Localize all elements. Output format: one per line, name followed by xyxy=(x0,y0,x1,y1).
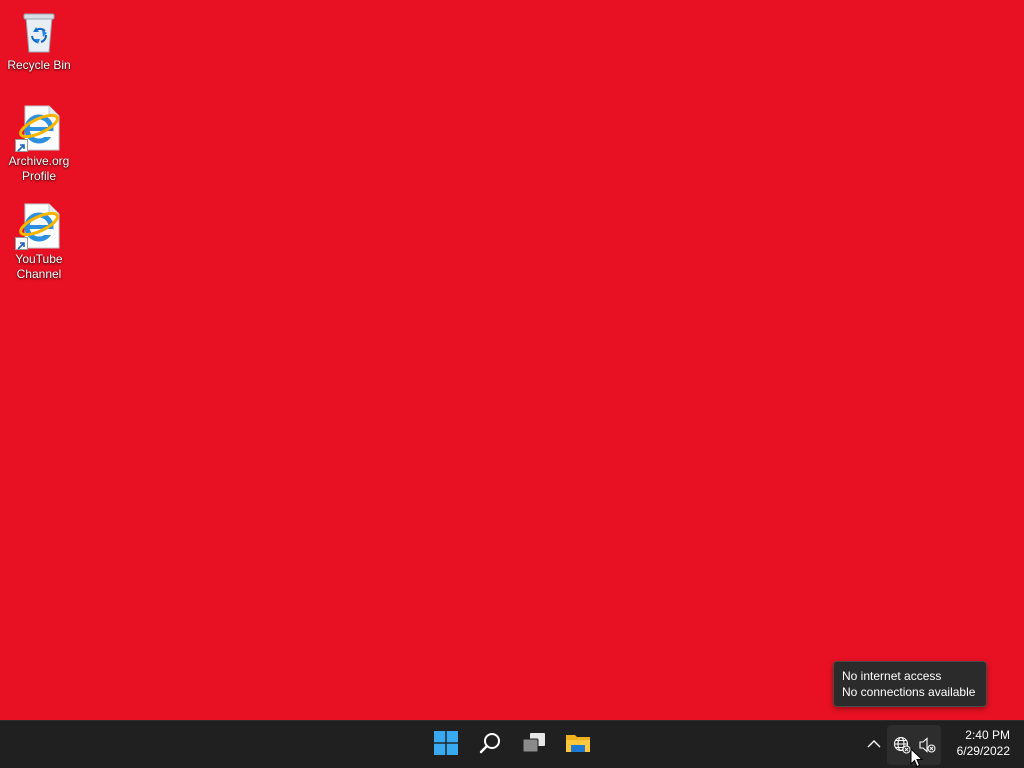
internet-explorer-shortcut-icon xyxy=(15,202,63,250)
desktop-icon-label: YouTube Channel xyxy=(15,252,63,281)
recycle-bin-icon xyxy=(15,8,63,56)
show-hidden-icons-button[interactable] xyxy=(862,733,886,757)
task-view-icon xyxy=(521,731,547,760)
globe-no-internet-icon xyxy=(893,736,911,754)
desktop-icon-label: Recycle Bin xyxy=(7,58,71,72)
start-button[interactable] xyxy=(426,725,466,765)
clock[interactable]: 2:40 PM 6/29/2022 xyxy=(944,727,1010,759)
network-status-tooltip: No internet access No connections availa… xyxy=(833,661,987,707)
internet-explorer-shortcut-icon xyxy=(15,104,63,152)
desktop-icon-youtube-channel[interactable]: YouTube Channel xyxy=(4,202,74,282)
tooltip-line-internet: No internet access xyxy=(842,669,942,683)
tooltip-line-connections: No connections available xyxy=(842,685,976,699)
shortcut-arrow-icon xyxy=(15,139,28,152)
folder-icon xyxy=(565,731,591,760)
chevron-up-icon xyxy=(867,736,881,754)
desktop-icon-archive-org-profile[interactable]: Archive.org Profile xyxy=(4,104,74,184)
desktop[interactable]: Recycle Bin Archive.org Profile YouTube … xyxy=(0,0,1024,720)
shortcut-arrow-icon xyxy=(15,237,28,250)
search-button[interactable] xyxy=(470,725,510,765)
file-explorer-button[interactable] xyxy=(558,725,598,765)
clock-time: 2:40 PM xyxy=(965,728,1010,742)
desktop-icon-label: Archive.org Profile xyxy=(8,154,70,183)
search-icon xyxy=(478,731,502,760)
taskbar: 2:40 PM 6/29/2022 xyxy=(0,720,1024,768)
desktop-icon-recycle-bin[interactable]: Recycle Bin xyxy=(4,8,74,73)
task-view-button[interactable] xyxy=(514,725,554,765)
windows-start-icon xyxy=(434,730,458,760)
mouse-pointer-icon xyxy=(910,747,924,768)
clock-date: 6/29/2022 xyxy=(956,744,1010,758)
